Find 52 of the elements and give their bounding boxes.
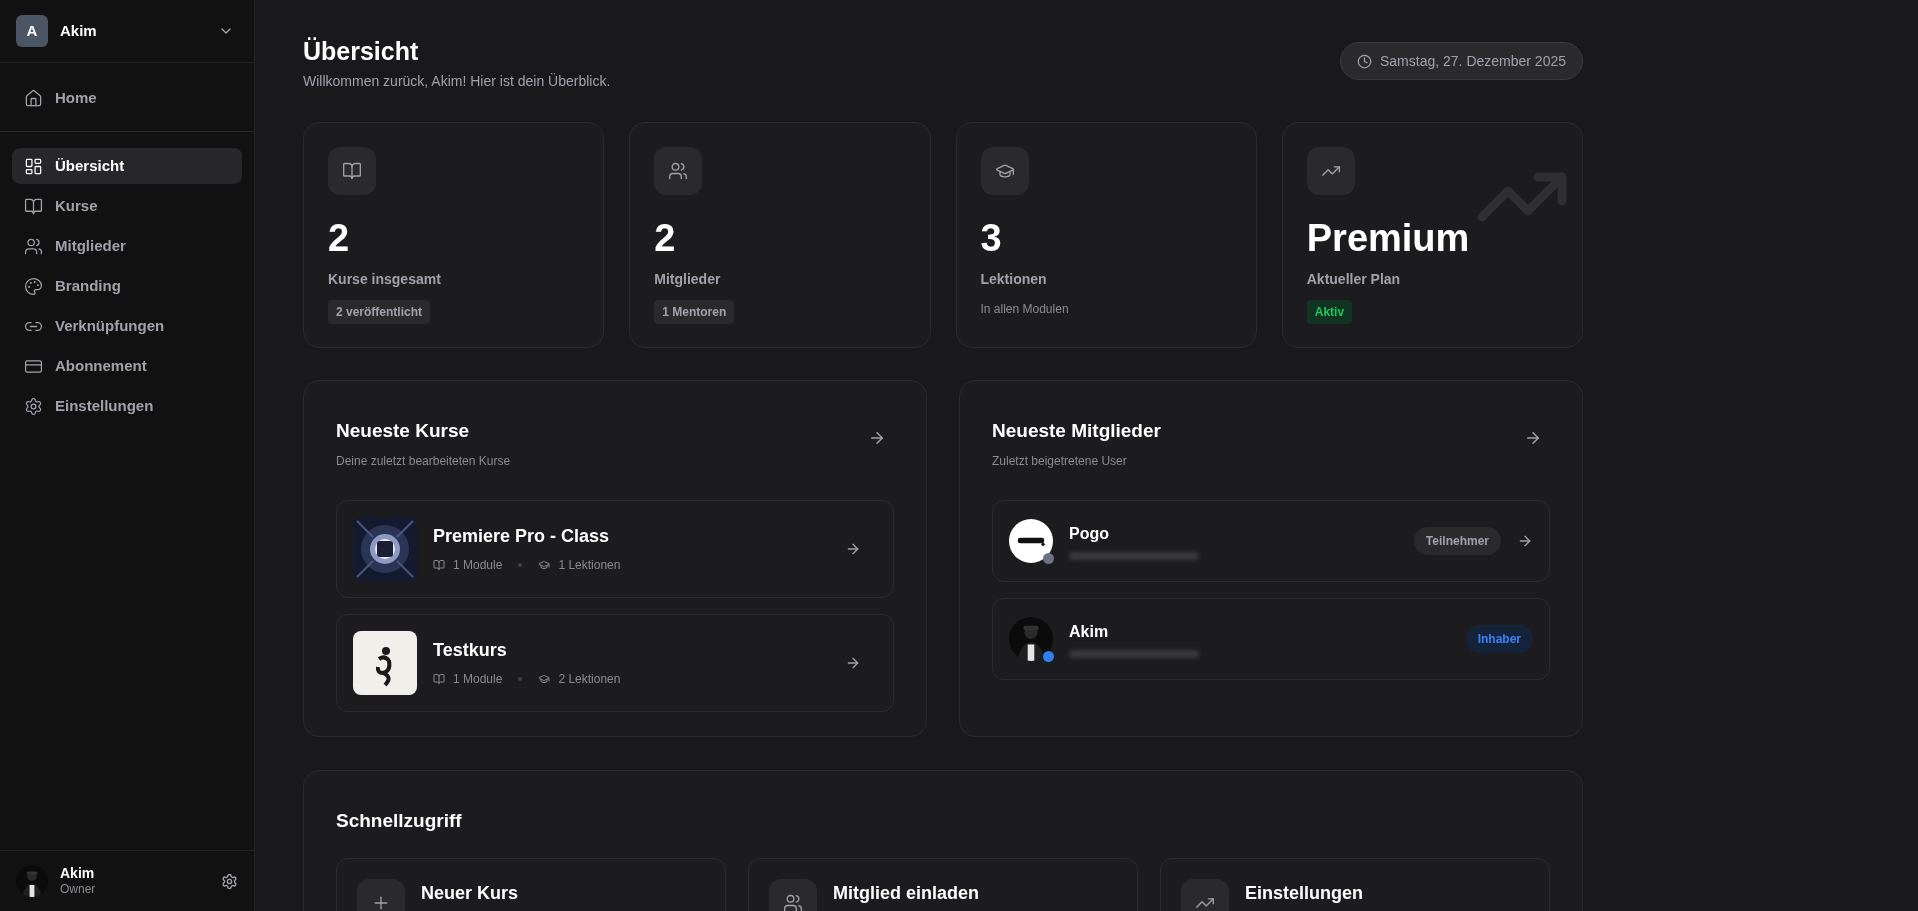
module-count: 1 Module: [453, 557, 503, 575]
sidebar-item[interactable]: Übersicht: [12, 148, 242, 184]
action-title: Einstellungen: [1245, 881, 1363, 905]
sidebar-item[interactable]: Abonnement: [12, 348, 242, 384]
user-name: Akim: [60, 864, 96, 883]
course-title: Testkurs: [433, 639, 508, 663]
member-name: Akim: [1069, 621, 1110, 642]
lesson-count: 2 Lektionen: [558, 671, 621, 689]
sidebar-item[interactable]: Verknüpfungen: [12, 308, 242, 344]
panel-subtitle: Zuletzt beigetretene User: [992, 452, 1128, 470]
stat-note: In allen Modulen: [980, 301, 1069, 319]
sidebar-item[interactable]: Kurse: [12, 188, 242, 224]
sidebar-item[interactable]: Einstellungen: [12, 388, 242, 424]
action-title: Mitglied einladen: [833, 881, 979, 905]
stat-tag: 2 veröffentlicht: [328, 300, 430, 325]
quick-action-card[interactable]: Einstellungen: [1160, 857, 1550, 911]
course-title: Premiere Pro - Class: [433, 525, 611, 549]
role-tag: Inhaber: [1465, 624, 1533, 653]
course-row[interactable]: Premiere Pro - Class 1 Module 1 Lektionen: [336, 499, 894, 598]
stat-label: Lektionen: [980, 270, 1048, 290]
sidebar-item[interactable]: Home: [12, 80, 242, 116]
panel-title: Neueste Kurse: [336, 419, 471, 444]
page-subtitle: Willkommen zurück, Akim! Hier ist dein Überblick.: [303, 72, 611, 92]
stat-label: Mitglieder: [654, 270, 722, 290]
course-row[interactable]: Testkurs 1 Module 2 Lektionen: [336, 613, 894, 712]
stat-label: Aktueller Plan: [1306, 270, 1402, 290]
date-pill: Samstag, 27. Dezember 2025: [1340, 42, 1583, 80]
stat-tag: 1 Mentoren: [654, 300, 735, 325]
stat-value: 2: [654, 219, 677, 258]
panel-subtitle: Deine zuletzt bearbeiteten Kurse: [336, 452, 511, 470]
workspace-avatar: A: [16, 15, 48, 47]
role-tag: Teilnehmer: [1413, 526, 1501, 555]
workspace-name: Akim: [60, 20, 98, 41]
sidebar-item[interactable]: Mitglieder: [12, 228, 242, 264]
user-role: Owner: [60, 882, 97, 898]
stat-value: Premium: [1306, 219, 1471, 258]
module-count: 1 Module: [453, 671, 503, 689]
quick-action-card[interactable]: Mitglied einladen: [748, 857, 1138, 911]
status-tag: Aktiv: [1306, 300, 1353, 325]
member-row[interactable]: Akim Inhaber: [992, 597, 1550, 680]
panel-title: Schnellzugriff: [336, 810, 462, 832]
page-title: Übersicht: [303, 36, 420, 67]
quick-action-card[interactable]: Neuer Kurs: [336, 857, 726, 911]
sidebar-item[interactable]: Branding: [12, 268, 242, 304]
stat-label: Kurse insgesamt: [328, 270, 442, 290]
action-title: Neuer Kurs: [421, 881, 519, 905]
member-name: Pogo: [1069, 523, 1110, 544]
stat-value: 3: [980, 219, 1003, 258]
panel-title: Neueste Mitglieder: [992, 419, 1161, 444]
member-row[interactable]: Pogo Teilnehmer: [992, 499, 1550, 582]
stat-value: 2: [328, 219, 351, 258]
lesson-count: 1 Lektionen: [558, 557, 621, 575]
